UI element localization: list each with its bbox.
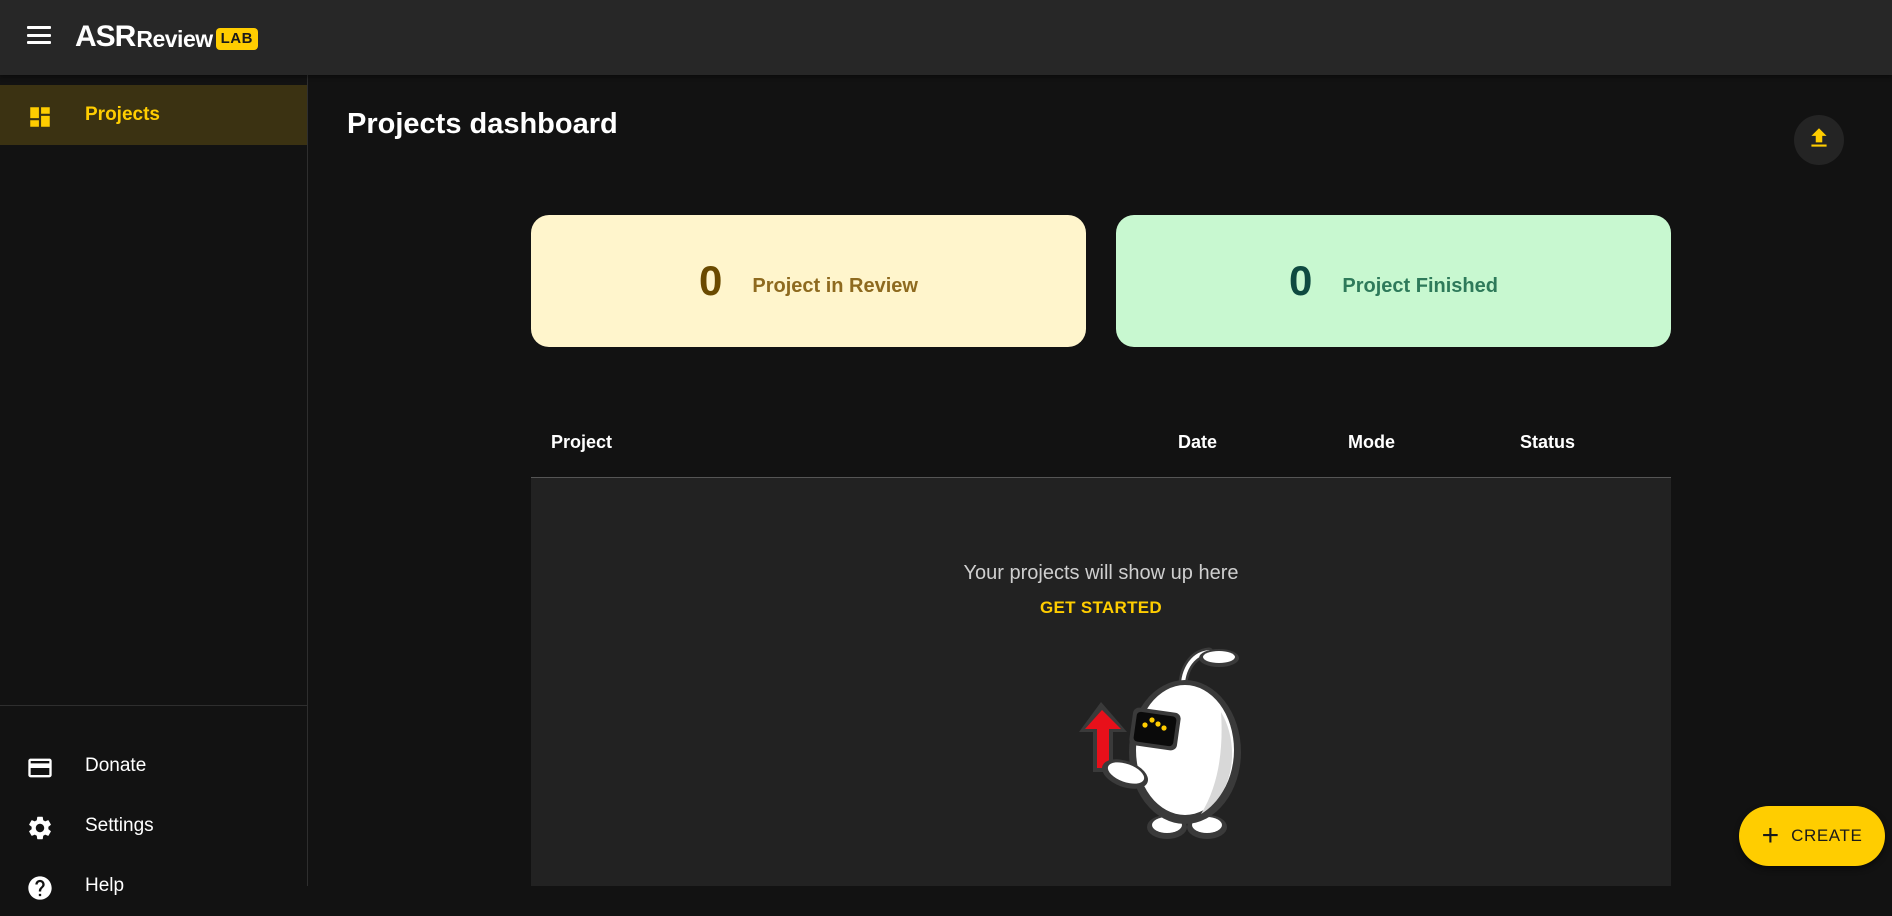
sidebar-item-donate[interactable]: Donate: [0, 736, 307, 796]
create-button[interactable]: + CREATE: [1739, 806, 1885, 866]
logo-sub: Review: [136, 26, 213, 52]
upload-button[interactable]: [1794, 115, 1844, 165]
sidebar-item-label: Projects: [85, 104, 160, 125]
stat-count: 0: [699, 257, 723, 304]
upload-icon: [1806, 125, 1832, 156]
gear-icon: [26, 814, 54, 842]
column-header-status[interactable]: Status: [1520, 432, 1575, 453]
mascot-illustration: [1079, 647, 1241, 839]
sidebar-item-projects[interactable]: Projects: [0, 85, 307, 145]
credit-card-icon: [26, 754, 54, 782]
sidebar-item-label: Donate: [85, 755, 147, 776]
empty-state-message: Your projects will show up here: [963, 562, 1239, 584]
column-header-date[interactable]: Date: [1178, 432, 1217, 453]
column-header-mode[interactable]: Mode: [1348, 432, 1395, 453]
dashboard-icon: [26, 103, 54, 131]
stat-card-finished: 0 Project Finished: [1116, 215, 1671, 347]
stat-label: Project Finished: [1342, 274, 1498, 297]
logo-badge: LAB: [215, 28, 258, 50]
sidebar: Projects Donate Settings Help: [0, 75, 308, 900]
page-title: Projects dashboard: [347, 108, 618, 140]
sidebar-item-help[interactable]: Help: [0, 856, 307, 916]
app-logo[interactable]: ASR Review LAB: [75, 18, 258, 52]
app-bar: ASR Review LAB: [0, 0, 1892, 75]
sidebar-divider: [0, 705, 307, 706]
logo-main: ASR: [75, 20, 136, 53]
sidebar-item-settings[interactable]: Settings: [0, 796, 307, 856]
plus-icon: +: [1761, 819, 1780, 852]
column-header-project[interactable]: Project: [551, 432, 612, 453]
help-icon: [26, 874, 54, 902]
table-header: Project Date Mode Status: [531, 412, 1671, 478]
stat-label: Project in Review: [752, 274, 918, 297]
get-started-link[interactable]: GET STARTED: [531, 598, 1671, 618]
stat-card-in-review: 0 Project in Review: [531, 215, 1086, 347]
menu-icon[interactable]: [24, 23, 54, 47]
stat-count: 0: [1289, 257, 1313, 304]
create-button-label: CREATE: [1791, 826, 1863, 845]
projects-table: Project Date Mode Status Your projects w…: [531, 412, 1671, 886]
sidebar-item-label: Settings: [85, 815, 154, 836]
sidebar-item-label: Help: [85, 875, 125, 896]
